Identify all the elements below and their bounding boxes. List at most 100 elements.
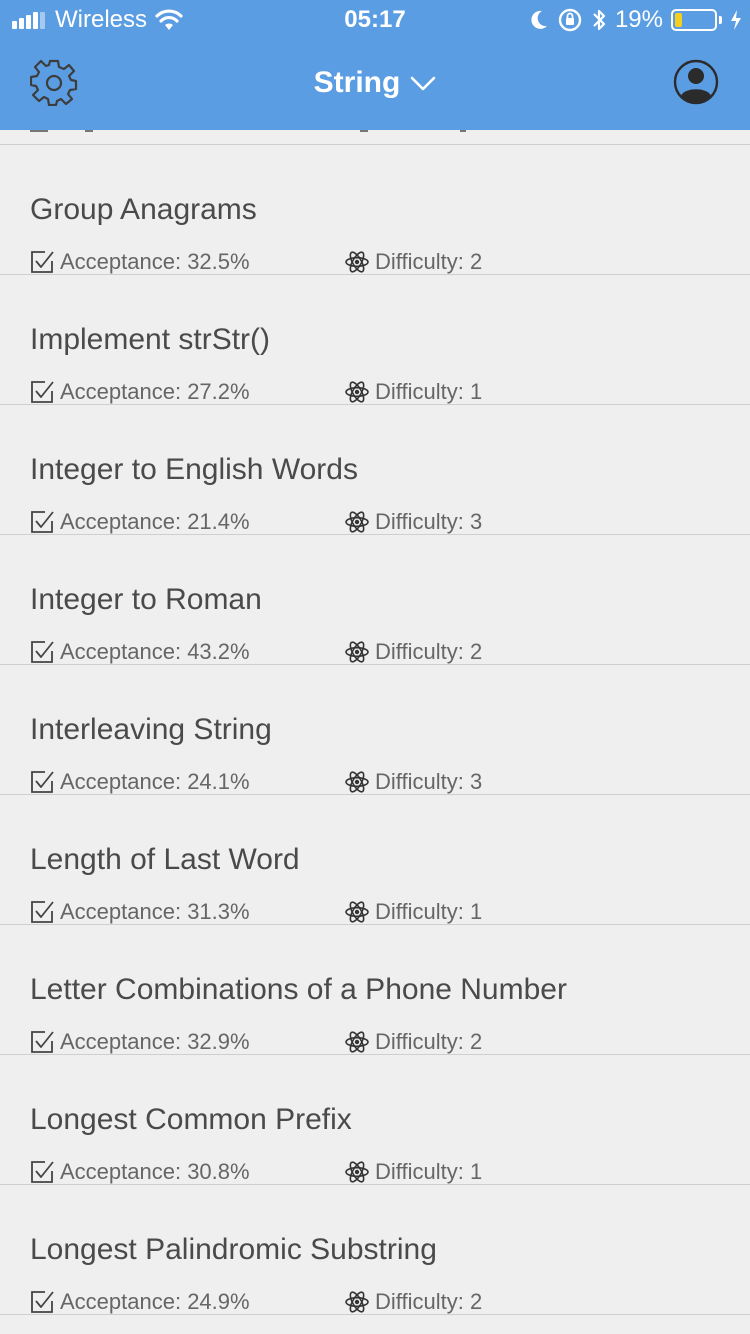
problem-list[interactable]: Group Anagrams Acceptance: 32.5% Difficu… [0, 130, 750, 1334]
atom-icon [345, 381, 369, 403]
page-title: String [313, 66, 401, 99]
acceptance-stat: Acceptance: 43.2% [30, 639, 345, 665]
atom-icon [345, 901, 369, 923]
acceptance-text: Acceptance: 21.4% [60, 509, 250, 534]
checkbox-icon [31, 511, 54, 533]
acceptance-text: Acceptance: 31.3% [60, 899, 250, 924]
acceptance-text: Acceptance: 30.8% [60, 1159, 250, 1184]
problem-title: Integer to Roman [30, 583, 262, 616]
acceptance-text: Acceptance: 24.9% [60, 1289, 250, 1314]
acceptance-stat: Acceptance: 27.2% [30, 379, 345, 405]
acceptance-stat: Acceptance: 32.9% [30, 1029, 345, 1055]
clipped-row-meta [30, 130, 470, 132]
difficulty-text: Difficulty: 1 [375, 899, 483, 924]
list-item[interactable]: Integer to Roman Acceptance: 43.2% Diffi… [0, 535, 750, 665]
acceptance-stat: Acceptance: 32.5% [30, 249, 345, 275]
atom-icon [345, 1291, 369, 1313]
difficulty-stat: Difficulty: 2 [345, 1029, 482, 1055]
problem-title: Implement strStr() [30, 323, 271, 356]
checkbox-icon [31, 1031, 54, 1053]
bluetooth-icon [593, 9, 606, 31]
checkbox-icon [31, 1291, 54, 1313]
problem-title: Longest Common Prefix [30, 1103, 352, 1136]
list-item[interactable]: Longest Common Prefix Acceptance: 30.8% … [0, 1055, 750, 1185]
difficulty-text: Difficulty: 3 [375, 769, 483, 794]
nav-bar: String [0, 40, 750, 130]
problem-meta: Acceptance: 43.2% Difficulty: 2 [30, 638, 482, 666]
acceptance-stat: Acceptance: 24.1% [30, 769, 345, 795]
difficulty-text: Difficulty: 3 [375, 509, 483, 534]
problem-meta: Acceptance: 24.1% Difficulty: 3 [30, 768, 482, 796]
list-item[interactable]: Letter Combinations of a Phone Number Ac… [0, 925, 750, 1055]
list-item[interactable]: Interleaving String Acceptance: 24.1% Di… [0, 665, 750, 795]
problem-meta: Acceptance: 27.2% Difficulty: 1 [30, 378, 482, 406]
checkbox-icon [31, 251, 54, 273]
problem-meta: Acceptance: 24.9% Difficulty: 2 [30, 1288, 482, 1316]
difficulty-stat: Difficulty: 2 [345, 639, 482, 665]
difficulty-text: Difficulty: 1 [375, 379, 483, 404]
category-selector[interactable]: String [0, 66, 750, 100]
atom-icon [345, 771, 369, 793]
app-header: Wireless 05:17 19% String [0, 0, 750, 130]
problem-meta: Acceptance: 31.3% Difficulty: 1 [30, 898, 482, 926]
user-profile-icon[interactable] [672, 58, 720, 106]
acceptance-stat: Acceptance: 30.8% [30, 1159, 345, 1185]
problem-title: Longest Palindromic Substring [30, 1233, 437, 1266]
difficulty-stat: Difficulty: 3 [345, 769, 482, 795]
problem-meta: Acceptance: 21.4% Difficulty: 3 [30, 508, 482, 536]
difficulty-stat: Difficulty: 2 [345, 1289, 482, 1315]
battery-percent: 19% [614, 6, 663, 33]
checkbox-icon [31, 1161, 54, 1183]
atom-icon [345, 641, 369, 663]
acceptance-text: Acceptance: 32.5% [60, 249, 250, 274]
problem-meta: Acceptance: 32.9% Difficulty: 2 [30, 1028, 482, 1056]
battery-icon [671, 9, 717, 31]
checkbox-icon [31, 901, 54, 923]
battery-level [675, 13, 682, 27]
orientation-lock-icon [558, 8, 582, 32]
list-item[interactable]: Longest Palindromic Substring Acceptance… [0, 1185, 750, 1315]
list-item[interactable]: Length of Last Word Acceptance: 31.3% Di… [0, 795, 750, 925]
acceptance-stat: Acceptance: 31.3% [30, 899, 345, 925]
difficulty-text: Difficulty: 2 [375, 639, 483, 664]
acceptance-text: Acceptance: 24.1% [60, 769, 250, 794]
difficulty-stat: Difficulty: 1 [345, 379, 482, 405]
list-item[interactable]: Implement strStr() Acceptance: 27.2% Dif… [0, 275, 750, 405]
difficulty-stat: Difficulty: 1 [345, 899, 482, 925]
list-item[interactable]: Group Anagrams Acceptance: 32.5% Difficu… [0, 145, 750, 275]
difficulty-stat: Difficulty: 1 [345, 1159, 482, 1185]
difficulty-text: Difficulty: 2 [375, 249, 483, 274]
charging-icon [731, 10, 741, 30]
difficulty-stat: Difficulty: 3 [345, 509, 482, 535]
checkbox-icon [31, 771, 54, 793]
problem-title: Length of Last Word [30, 843, 300, 876]
status-bar: Wireless 05:17 19% [0, 0, 750, 40]
problem-title: Group Anagrams [30, 193, 257, 226]
atom-icon [345, 251, 369, 273]
acceptance-text: Acceptance: 43.2% [60, 639, 250, 664]
acceptance-stat: Acceptance: 21.4% [30, 509, 345, 535]
problem-title: Letter Combinations of a Phone Number [30, 973, 567, 1006]
battery-tip [719, 16, 722, 24]
problem-title: Integer to English Words [30, 453, 358, 486]
problem-title: Interleaving String [30, 713, 272, 746]
moon-icon [531, 10, 547, 29]
problem-meta: Acceptance: 30.8% Difficulty: 1 [30, 1158, 482, 1186]
atom-icon [345, 511, 369, 533]
checkbox-icon [31, 641, 54, 663]
difficulty-text: Difficulty: 1 [375, 1159, 483, 1184]
checkbox-icon [31, 381, 54, 403]
status-right: 19% [529, 6, 742, 34]
acceptance-text: Acceptance: 27.2% [60, 379, 250, 404]
atom-icon [345, 1161, 369, 1183]
acceptance-stat: Acceptance: 24.9% [30, 1289, 345, 1315]
difficulty-text: Difficulty: 2 [375, 1029, 483, 1054]
acceptance-text: Acceptance: 32.9% [60, 1029, 250, 1054]
list-item[interactable]: Integer to English Words Acceptance: 21.… [0, 405, 750, 535]
difficulty-text: Difficulty: 2 [375, 1289, 483, 1314]
difficulty-stat: Difficulty: 2 [345, 249, 482, 275]
list-item-partial [0, 130, 750, 145]
problem-meta: Acceptance: 32.5% Difficulty: 2 [30, 248, 482, 276]
atom-icon [345, 1031, 369, 1053]
chevron-down-icon [411, 76, 436, 91]
